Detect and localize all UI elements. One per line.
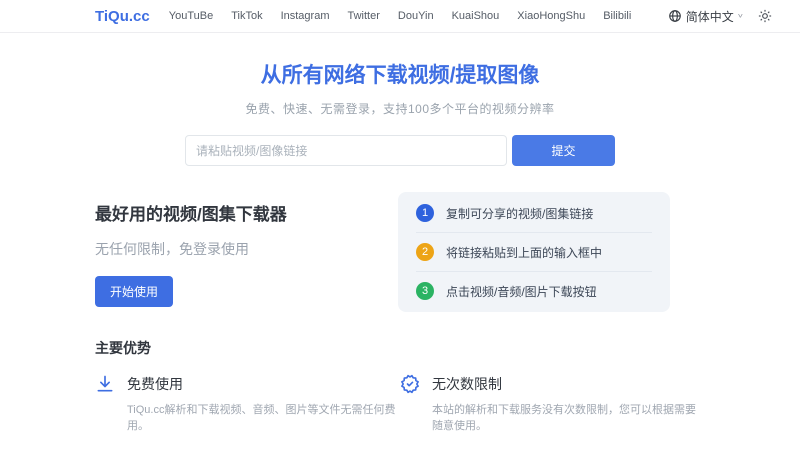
advantage-free: 免费使用 TiQu.cc解析和下载视频、音频、图片等文件无需任何费用。 (95, 374, 400, 433)
page-title: 从所有网络下载视频/提取图像 (0, 59, 800, 89)
nav-links: YouTuBe TikTok Instagram Twitter DouYin … (169, 10, 632, 22)
intro-steps-section: 最好用的视频/图集下载器 无任何限制，免登录使用 开始使用 1 复制可分享的视频… (95, 192, 705, 312)
advantages-heading: 主要优势 (95, 338, 705, 358)
nav-link-bilibili[interactable]: Bilibili (603, 10, 631, 22)
hero-section: 从所有网络下载视频/提取图像 免费、快速、无需登录，支持100多个平台的视频分辨… (0, 59, 800, 166)
step-3: 3 点击视频/音频/图片下载按钮 (416, 271, 652, 310)
advantage-unlimited: 无次数限制 本站的解析和下载服务没有次数限制，您可以根据需要随意使用。 (400, 374, 705, 433)
intro-subheading: 无任何限制，免登录使用 (95, 239, 287, 259)
submit-button[interactable]: 提交 (512, 135, 615, 166)
url-input[interactable] (185, 135, 507, 166)
advantage-desc: 本站的解析和下载服务没有次数限制，您可以根据需要随意使用。 (432, 401, 705, 433)
step-1-badge: 1 (416, 204, 434, 222)
step-3-badge: 3 (416, 282, 434, 300)
step-3-text: 点击视频/音频/图片下载按钮 (446, 283, 597, 300)
nav-right: 简体中文 ˅ (668, 8, 772, 25)
nav-link-kuaishou[interactable]: KuaiShou (452, 10, 500, 22)
nav-link-youtube[interactable]: YouTuBe (169, 10, 213, 22)
navbar: TiQu.cc YouTuBe TikTok Instagram Twitter… (0, 0, 800, 33)
chevron-down-icon: ˅ (738, 12, 743, 20)
nav-link-twitter[interactable]: Twitter (348, 10, 380, 22)
steps-box: 1 复制可分享的视频/图集链接 2 将链接粘贴到上面的输入框中 3 点击视频/音… (398, 192, 670, 312)
step-2-badge: 2 (416, 243, 434, 261)
advantages-section: 主要优势 免费使用 TiQu.cc解析和下载视频、音频、图片等文件无需任何费用。 (95, 338, 705, 451)
nav-link-xiaohongshu[interactable]: XiaoHongShu (517, 10, 585, 22)
step-2: 2 将链接粘贴到上面的输入框中 (416, 232, 652, 271)
nav-link-tiktok[interactable]: TikTok (231, 10, 262, 22)
url-form: 提交 (185, 135, 615, 166)
get-started-button[interactable]: 开始使用 (95, 276, 173, 307)
globe-icon (668, 9, 682, 23)
language-selector[interactable]: 简体中文 ˅ (668, 8, 743, 25)
nav-link-instagram[interactable]: Instagram (281, 10, 330, 22)
step-1: 1 复制可分享的视频/图集链接 (416, 194, 652, 232)
step-2-text: 将链接粘贴到上面的输入框中 (446, 244, 602, 261)
nav-link-douyin[interactable]: DouYin (398, 10, 434, 22)
advantage-title: 无次数限制 (432, 374, 502, 394)
intro-heading: 最好用的视频/图集下载器 (95, 200, 287, 225)
advantage-title: 免费使用 (127, 374, 183, 394)
step-1-text: 复制可分享的视频/图集链接 (446, 205, 593, 222)
download-icon (95, 374, 115, 394)
intro-column: 最好用的视频/图集下载器 无任何限制，免登录使用 开始使用 (95, 192, 287, 312)
advantage-desc: TiQu.cc解析和下载视频、音频、图片等文件无需任何费用。 (127, 401, 400, 433)
language-label: 简体中文 (686, 8, 734, 25)
theme-toggle-sun-icon[interactable] (758, 9, 772, 23)
site-logo[interactable]: TiQu.cc (95, 8, 150, 25)
advantages-grid: 免费使用 TiQu.cc解析和下载视频、音频、图片等文件无需任何费用。 无次数限… (95, 374, 705, 451)
badge-check-icon (400, 374, 420, 394)
page-subtitle: 免费、快速、无需登录，支持100多个平台的视频分辨率 (0, 100, 800, 117)
